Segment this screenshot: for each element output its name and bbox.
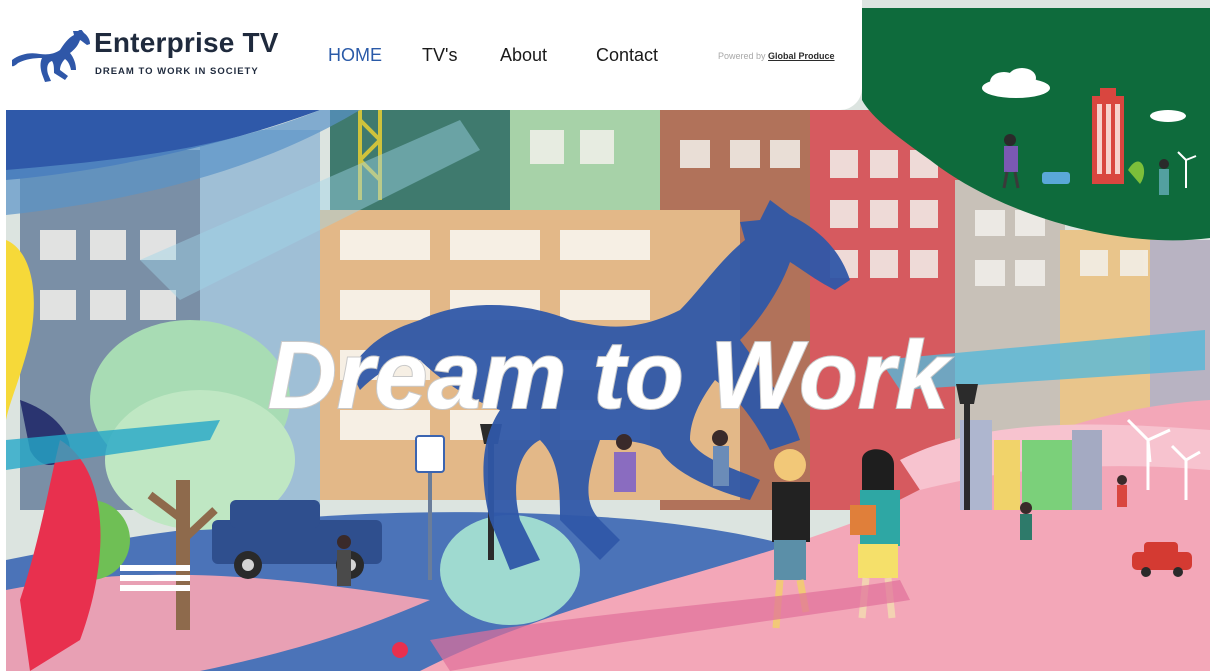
powered-by-prefix: Powered by: [718, 51, 766, 61]
brand-tagline: DREAM TO WORK IN SOCIETY: [95, 66, 259, 77]
hero-headline: Dream to Work: [267, 322, 953, 429]
nav-tvs[interactable]: TV's: [422, 45, 457, 66]
brand-name: Enterprise TV: [94, 27, 279, 58]
powered-by: Powered by Global Produce: [718, 51, 835, 61]
nav-contact[interactable]: Contact: [596, 45, 658, 66]
nav-home[interactable]: HOME: [328, 45, 382, 66]
brand-logo[interactable]: Enterprise TV DREAM TO WORK IN SOCIETY: [10, 27, 278, 86]
powered-by-link[interactable]: Global Produce: [768, 51, 835, 61]
nav-about[interactable]: About: [500, 45, 547, 66]
bench: [120, 565, 190, 591]
horse-logo-icon: [12, 30, 90, 82]
site-header: Enterprise TV DREAM TO WORK IN SOCIETY H…: [0, 0, 862, 110]
